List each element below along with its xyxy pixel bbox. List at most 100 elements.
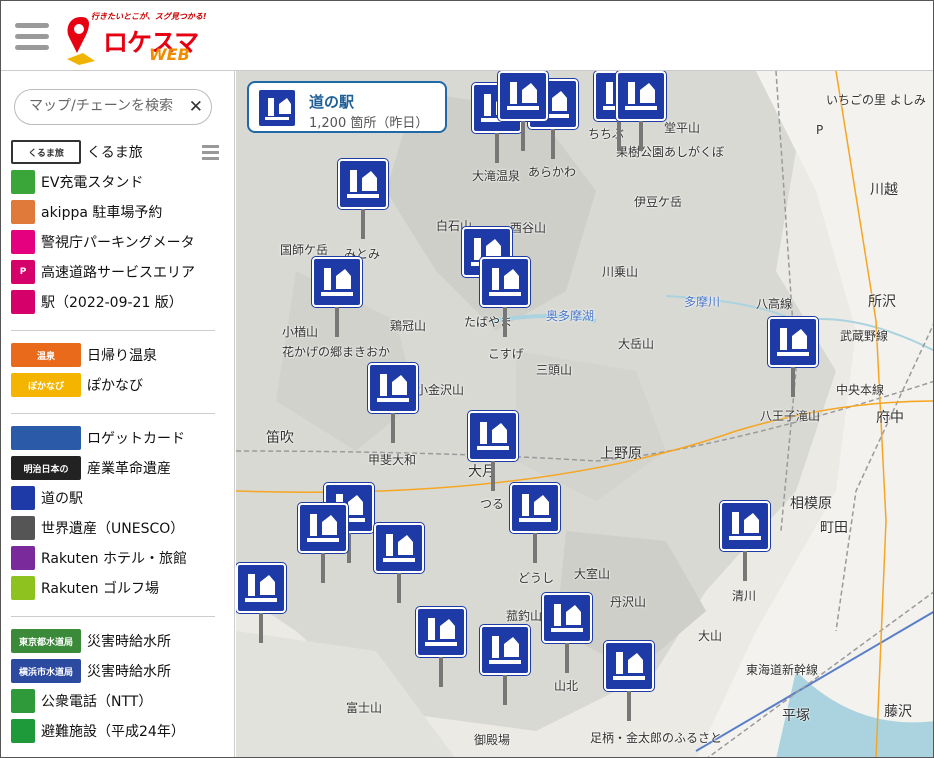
place-label: 笛吹: [266, 430, 294, 446]
layer-item[interactable]: 駅（2022-09-21 版）: [11, 287, 221, 317]
michinoeki-marker[interactable]: [374, 523, 424, 603]
michinoeki-marker[interactable]: [616, 71, 666, 151]
hamburger-menu-button[interactable]: [15, 23, 49, 51]
marker-post: [533, 533, 537, 563]
marker-post: [361, 209, 365, 239]
place-label: 花かげの郷まきおか: [282, 345, 391, 359]
place-label: 八高線: [756, 297, 793, 311]
layer-count: 1,200 箇所（昨日）: [309, 116, 429, 131]
michinoeki-sign-icon: [312, 257, 362, 307]
layer-item[interactable]: 避難施設（平成24年）: [11, 716, 221, 746]
menu-bar-icon: [15, 23, 49, 28]
michinoeki-marker[interactable]: [720, 501, 770, 581]
onsen-logo-icon: 温泉: [11, 343, 81, 367]
layer-item-label: くるま旅: [87, 145, 143, 161]
place-label: 大室山: [574, 567, 611, 581]
michinoeki-marker[interactable]: [498, 71, 548, 151]
layer-item-label: 公衆電話（NTT）: [41, 694, 153, 710]
michinoeki-marker[interactable]: [468, 411, 518, 491]
search-box[interactable]: ✕: [14, 89, 212, 125]
layer-item[interactable]: ロゲットカード: [11, 423, 221, 453]
layer-item[interactable]: 横浜市水道局 災害時給水所: [11, 656, 221, 686]
industrial-heritage-icon: 明治日本の: [11, 456, 81, 480]
rakuten-golf-icon: [11, 576, 35, 600]
place-label: 三頭山: [536, 363, 573, 377]
michinoeki-sign-icon: [768, 317, 818, 367]
place-label: 奥多摩湖: [546, 309, 595, 323]
layer-item-label: 警視庁パーキングメータ: [41, 235, 195, 251]
place-label: 武蔵野線: [840, 329, 889, 343]
layer-item-label: akippa 駐車場予約: [41, 205, 163, 221]
layer-item[interactable]: ぽかなび ぽかなび: [11, 370, 221, 400]
marker-post: [439, 657, 443, 687]
map-canvas[interactable]: いちごの里 よしみ P ちちぶ 堂平山 果樹公園あしがくぼ 大滝温泉 あらかわ 川越 伊豆ケ岳白…: [236, 71, 933, 757]
michinoeki-marker[interactable]: [236, 563, 286, 643]
ev-charger-icon: [11, 170, 35, 194]
place-label: P: [816, 123, 824, 137]
place-label: 川乗山: [602, 265, 639, 279]
layer-item[interactable]: 公衆電話（NTT）: [11, 686, 221, 716]
place-label: 甲斐大和: [368, 453, 417, 467]
place-label: 大山: [698, 629, 723, 643]
place-label: 所沢: [868, 294, 896, 310]
place-label: 菰釣山: [506, 609, 543, 623]
place-label: 平塚: [782, 708, 810, 724]
layer-item[interactable]: 東京都水道局 災害時給水所: [11, 626, 221, 656]
layer-item[interactable]: akippa 駐車場予約: [11, 197, 221, 227]
place-label: 町田: [820, 520, 848, 536]
layer-item[interactable]: くるま旅 くるま旅: [11, 137, 221, 167]
place-label: 富士山: [346, 701, 383, 715]
layer-item-label: 産業革命遺産: [87, 461, 171, 477]
michinoeki-marker[interactable]: [338, 159, 388, 239]
michinoeki-marker[interactable]: [416, 607, 466, 687]
marker-post: [521, 121, 525, 151]
layer-item[interactable]: 明治日本の 産業革命遺産: [11, 453, 221, 483]
active-layer-box[interactable]: 道の駅 1,200 箇所（昨日）: [247, 81, 447, 133]
layer-list-group-3: ロゲットカード 明治日本の 産業革命遺産 道の駅 世界遺産（UNESCO） Rakuten…: [11, 423, 221, 603]
michinoeki-sign-icon: [338, 159, 388, 209]
place-label: どうし: [518, 571, 555, 585]
layer-item[interactable]: Rakuten ホテル・旅館: [11, 543, 221, 573]
layer-item[interactable]: 世界遺産（UNESCO）: [11, 513, 221, 543]
evacuation-icon: [11, 719, 35, 743]
place-label: 中央本線: [836, 383, 885, 397]
layer-item[interactable]: P 高速道路サービスエリア: [11, 257, 221, 287]
michinoeki-sign-icon: [720, 501, 770, 551]
marker-post: [321, 553, 325, 583]
search-input[interactable]: [29, 98, 189, 114]
michinoeki-marker[interactable]: [480, 257, 530, 337]
marker-post: [791, 367, 795, 397]
layer-item[interactable]: EV充電スタンド: [11, 167, 221, 197]
clear-search-icon[interactable]: ✕: [189, 97, 203, 117]
layer-item-label: 災害時給水所: [87, 634, 171, 650]
michinoeki-sign-icon: [604, 641, 654, 691]
layer-item[interactable]: Rakuten ゴルフ場: [11, 573, 221, 603]
locasma-logo[interactable]: 行きたいとこが、スグ見つかる! ロケスマ WEB: [63, 9, 207, 65]
place-label: 鶏冠山: [390, 319, 427, 333]
layer-item[interactable]: 警視庁パーキングメータ: [11, 227, 221, 257]
michinoeki-marker[interactable]: [510, 483, 560, 563]
michinoeki-marker[interactable]: [542, 593, 592, 673]
michinoeki-sign-icon: [510, 483, 560, 533]
michinoeki-marker[interactable]: [604, 641, 654, 721]
place-label: 国師ケ岳: [280, 243, 329, 257]
michinoeki-sign-icon: [468, 411, 518, 461]
michinoeki-marker[interactable]: [480, 625, 530, 705]
michinoeki-sign-icon: [542, 593, 592, 643]
layer-item-label: Rakuten ホテル・旅館: [41, 551, 187, 567]
layer-item[interactable]: 道の駅: [11, 483, 221, 513]
michinoeki-marker[interactable]: [312, 257, 362, 337]
place-label: 御殿場: [474, 733, 511, 747]
michinoeki-sign-icon: [236, 563, 286, 613]
michinoeki-sign-icon: [480, 625, 530, 675]
layer-item-label: 道の駅: [41, 491, 83, 507]
michinoeki-marker[interactable]: [768, 317, 818, 397]
michinoeki-sign-icon: [298, 503, 348, 553]
layer-item[interactable]: 温泉 日帰り温泉: [11, 340, 221, 370]
michinoeki-marker[interactable]: [368, 363, 418, 443]
michinoeki-marker[interactable]: [298, 503, 348, 583]
michinoeki-sign-icon: [416, 607, 466, 657]
logo-tagline: 行きたいとこが、スグ見つかる!: [91, 12, 207, 21]
place-label: 多摩川: [684, 295, 721, 309]
layer-item-label: 高速道路サービスエリア: [41, 265, 195, 281]
